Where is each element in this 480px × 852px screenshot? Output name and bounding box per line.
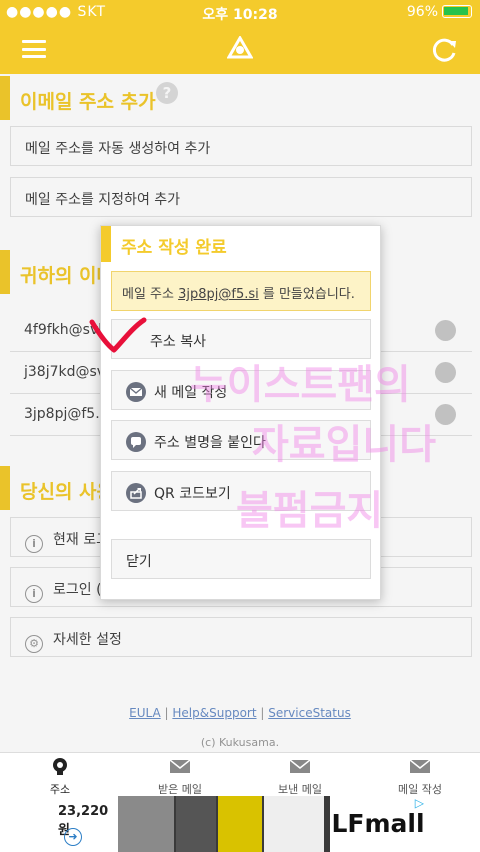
ad-product-image <box>176 796 216 852</box>
battery-percent: 96% <box>406 4 438 20</box>
logo-icon <box>227 36 253 59</box>
ad-product-image <box>218 796 262 852</box>
address-icon <box>53 758 67 775</box>
app-header <box>0 24 480 74</box>
status-bar: ●●●●● SKT 오후 10:28 96% <box>0 0 480 24</box>
tab-compose[interactable]: 메일 작성 <box>360 755 480 797</box>
ad-product-image <box>118 796 174 852</box>
tab-label: 주소 <box>49 783 71 796</box>
tab-label: 받은 메일 <box>158 783 202 796</box>
envelope-icon <box>289 759 311 773</box>
battery-indicator: 96% <box>407 4 472 20</box>
tab-bar: 주소 받은 메일 보낸 메일 메일 작성 <box>0 752 480 796</box>
check-annotation-icon <box>89 317 147 353</box>
created-notice: 메일 주소 3jp8pj@f5.si 를 만들었습니다. <box>111 271 371 311</box>
watermark-line: 누이스트팬의 <box>190 362 411 408</box>
notice-suffix: 를 만들었습니다. <box>258 287 355 302</box>
ad-price-panel: 23,220원 ➜ <box>54 796 118 852</box>
envelope-icon <box>409 759 431 773</box>
refresh-icon[interactable] <box>432 37 458 63</box>
notice-prefix: 메일 주소 <box>122 287 179 302</box>
adchoices-icon[interactable]: ▷ <box>415 796 424 810</box>
speech-bubble-icon <box>126 432 146 452</box>
arrow-right-icon: ➜ <box>64 828 82 846</box>
ad-brand-logo: LFmall <box>330 796 426 852</box>
button-label: 주소 별명을 붙인다 <box>154 435 266 451</box>
tab-label: 보낸 메일 <box>278 783 322 796</box>
tab-sent[interactable]: 보낸 메일 <box>240 755 360 797</box>
tab-address[interactable]: 주소 <box>0 755 120 797</box>
ad-product-image <box>264 796 324 852</box>
button-label: 주소 복사 <box>150 334 206 350</box>
hamburger-icon[interactable] <box>22 40 46 58</box>
ad-banner[interactable]: 23,220원 ➜ LFmall ▷ <box>54 796 426 852</box>
share-icon <box>126 483 146 503</box>
envelope-icon <box>169 759 191 773</box>
watermark-line: 자료입니다 <box>252 422 436 468</box>
tab-inbox[interactable]: 받은 메일 <box>120 755 240 797</box>
watermark-line: 불펌금지 <box>236 488 384 534</box>
tab-label: 메일 작성 <box>398 783 442 796</box>
close-button[interactable]: 닫기 <box>111 539 371 579</box>
button-label: QR 코드보기 <box>154 486 231 502</box>
battery-icon <box>442 5 472 18</box>
envelope-icon <box>126 382 146 402</box>
created-address: 3jp8pj@f5.si <box>178 287 259 302</box>
dialog-title: 주소 작성 완료 <box>121 238 227 258</box>
